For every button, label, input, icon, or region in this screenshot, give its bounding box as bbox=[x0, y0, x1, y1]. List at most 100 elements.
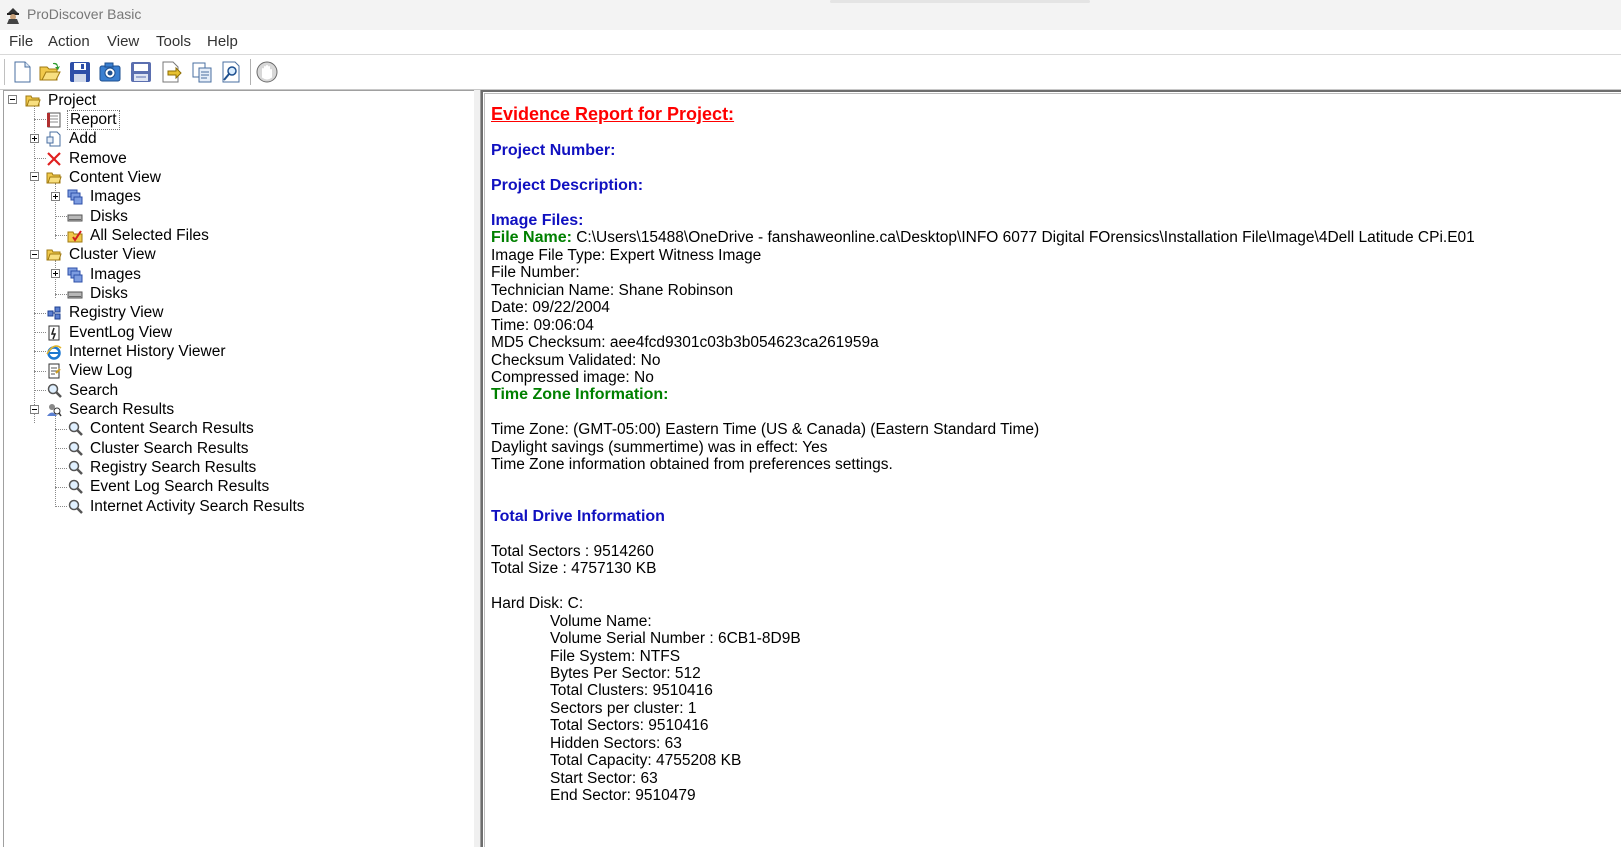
disk-drive-icon bbox=[67, 291, 83, 299]
expand-content-images-toggle[interactable] bbox=[51, 192, 60, 201]
toolbar-separator bbox=[250, 59, 251, 85]
capture-image-button[interactable] bbox=[97, 58, 123, 86]
selected-files-folder-icon bbox=[67, 230, 83, 243]
tree-item-label: Report bbox=[67, 110, 120, 130]
expand-add-toggle[interactable] bbox=[30, 134, 39, 143]
toolbar bbox=[0, 55, 1621, 90]
technician-name: Technician Name: Shane Robinson bbox=[491, 282, 734, 299]
tree-connector bbox=[34, 351, 46, 352]
open-project-icon bbox=[39, 62, 61, 81]
project-tree: Project Report Add Remove Content View I… bbox=[3, 90, 474, 847]
collapse-content-view-toggle[interactable] bbox=[30, 172, 39, 181]
file-name-value: C:\Users\15488\OneDrive - fanshaweonline… bbox=[571, 229, 1475, 246]
tree-item-label: Event Log Search Results bbox=[90, 478, 270, 495]
tree-item-label: Search Results bbox=[69, 401, 175, 418]
time-zone-heading: Time Zone Information: bbox=[491, 386, 669, 403]
collapse-project-toggle[interactable] bbox=[8, 95, 17, 104]
panel-splitter[interactable] bbox=[474, 90, 481, 847]
volume-name: Volume Name: bbox=[550, 613, 652, 630]
tree-item-label: Project bbox=[48, 92, 97, 109]
tree-connector bbox=[55, 487, 67, 488]
tree-connector bbox=[55, 429, 67, 430]
tree-item-label: Search bbox=[69, 382, 119, 399]
new-project-icon bbox=[14, 61, 31, 83]
images-stack-icon bbox=[67, 189, 83, 205]
menu-action[interactable]: Action bbox=[48, 33, 90, 50]
tree-item-label: Images bbox=[90, 266, 141, 283]
folder-open-icon bbox=[46, 249, 62, 261]
tree-item-label: Cluster View bbox=[69, 246, 156, 263]
tree-item-label: Registry View bbox=[69, 304, 164, 321]
copy-button[interactable] bbox=[189, 58, 215, 86]
tree-connector bbox=[55, 216, 67, 217]
log-document-icon bbox=[48, 363, 61, 379]
total-clusters: Total Clusters: 9510416 bbox=[550, 682, 713, 699]
tree-item-label: Internet Activity Search Results bbox=[90, 498, 305, 515]
bytes-per-sector: Bytes Per Sector: 512 bbox=[550, 665, 701, 682]
md5-checksum: MD5 Checksum: aee4fcd9301c03b3b054623ca2… bbox=[491, 334, 879, 351]
file-name-line: File Name: C:\Users\15488\OneDrive - fan… bbox=[491, 229, 1475, 247]
tree-item-label: Disks bbox=[90, 285, 128, 302]
tree-connector bbox=[34, 105, 35, 423]
stop-button[interactable] bbox=[254, 58, 280, 86]
tree-item-label: EventLog View bbox=[69, 324, 173, 341]
capture-image-icon bbox=[99, 62, 121, 82]
tree-item-label: View Log bbox=[69, 362, 133, 379]
tree-connector bbox=[55, 294, 67, 295]
volume-serial-number: Volume Serial Number : 6CB1-8D9B bbox=[550, 630, 801, 647]
search-results-icon bbox=[47, 404, 62, 417]
checksum-validated: Checksum Validated: No bbox=[491, 352, 661, 369]
image-date: Date: 09/22/2004 bbox=[491, 299, 610, 316]
report-icon bbox=[47, 112, 61, 128]
save-icon bbox=[70, 62, 90, 82]
window-title: ProDiscover Basic bbox=[27, 6, 142, 22]
disk-drive-icon bbox=[67, 214, 83, 222]
total-capacity: Total Capacity: 4755208 KB bbox=[550, 752, 742, 769]
save-report-button[interactable] bbox=[128, 58, 154, 86]
tree-connector bbox=[55, 468, 67, 469]
tree-item-label: All Selected Files bbox=[90, 227, 209, 244]
menu-file[interactable]: File bbox=[9, 33, 33, 50]
tree-item-label: Remove bbox=[69, 150, 127, 167]
tree-connector bbox=[34, 371, 46, 372]
save-report-icon bbox=[131, 62, 151, 82]
hard-disk: Hard Disk: C: bbox=[491, 595, 584, 612]
compressed-image: Compressed image: No bbox=[491, 369, 654, 386]
tree-connector bbox=[34, 390, 46, 391]
add-document-icon bbox=[46, 131, 61, 147]
project-description-label: Project Description: bbox=[491, 177, 644, 194]
daylight-savings: Daylight savings (summertime) was in eff… bbox=[491, 439, 828, 456]
magnifier-icon bbox=[68, 499, 83, 514]
tree-connector bbox=[34, 332, 46, 333]
file-system: File System: NTFS bbox=[550, 648, 681, 665]
report-title: Evidence Report for Project: bbox=[491, 104, 735, 124]
total-size: Total Size : 4757130 KB bbox=[491, 560, 657, 577]
new-project-button[interactable] bbox=[9, 58, 35, 86]
expand-cluster-images-toggle[interactable] bbox=[51, 269, 60, 278]
open-project-button[interactable] bbox=[37, 58, 63, 86]
total-drive-heading: Total Drive Information bbox=[491, 508, 665, 525]
menu-view[interactable]: View bbox=[107, 33, 139, 50]
tree-item-label: Internet History Viewer bbox=[69, 343, 226, 360]
menu-tools[interactable]: Tools bbox=[156, 33, 191, 50]
search-button[interactable] bbox=[218, 58, 244, 86]
app-logo-icon bbox=[7, 8, 19, 24]
toolbar-grip[interactable] bbox=[4, 59, 8, 85]
tree-connector bbox=[55, 260, 56, 298]
project-tree-panel: Project Report Add Remove Content View I… bbox=[0, 90, 475, 847]
save-project-button[interactable] bbox=[67, 58, 93, 86]
magnifier-icon bbox=[68, 460, 83, 475]
folder-open-icon bbox=[46, 172, 62, 184]
add-file-button[interactable] bbox=[158, 58, 184, 86]
collapse-cluster-view-toggle[interactable] bbox=[30, 250, 39, 259]
copy-icon bbox=[192, 62, 212, 83]
add-file-icon bbox=[162, 61, 182, 83]
image-file-type: Image File Type: Expert Witness Image bbox=[491, 247, 762, 264]
tree-connector bbox=[55, 448, 67, 449]
folder-open-icon bbox=[25, 95, 41, 107]
tree-connector bbox=[34, 313, 46, 314]
collapse-search-results-toggle[interactable] bbox=[30, 405, 39, 414]
file-name-label: File Name: bbox=[491, 229, 572, 246]
menu-help[interactable]: Help bbox=[207, 33, 238, 50]
image-files-heading: Image Files: bbox=[491, 212, 584, 229]
